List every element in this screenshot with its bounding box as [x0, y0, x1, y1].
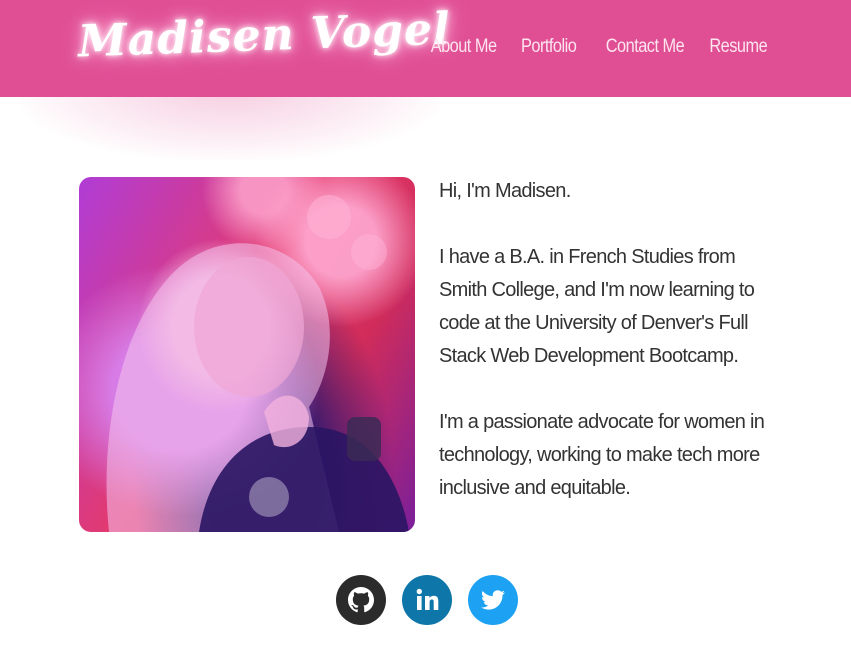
linkedin-button[interactable] [402, 575, 452, 625]
nav-link-portfolio[interactable]: Portfolio [521, 36, 577, 58]
nav-links: About Me Portfolio Contact Me Resume [420, 36, 768, 58]
social-links [0, 575, 851, 625]
nav-link-resume[interactable]: Resume [709, 36, 767, 58]
linkedin-icon [402, 575, 452, 625]
bio-education: I have a B.A. in French Studies from Smi… [439, 246, 755, 367]
nav-link-about[interactable]: About Me [431, 36, 497, 58]
profile-photo [79, 177, 415, 532]
twitter-icon [468, 575, 518, 625]
github-button[interactable] [336, 575, 386, 625]
navbar: Madisen Vogel About Me Portfolio Contact… [0, 0, 851, 97]
bio-advocacy: I'm a passionate advocate for women in t… [439, 411, 765, 499]
twitter-button[interactable] [468, 575, 518, 625]
portrait-illustration [106, 195, 409, 532]
bio-greeting: Hi, I'm Madisen. [439, 180, 571, 202]
nav-link-contact[interactable]: Contact Me [605, 36, 684, 58]
bio: Hi, I'm Madisen. I have a B.A. in French… [439, 175, 769, 505]
site-brand[interactable]: Madisen Vogel [77, 4, 451, 68]
brand-glow [20, 90, 440, 160]
github-icon [336, 575, 386, 625]
